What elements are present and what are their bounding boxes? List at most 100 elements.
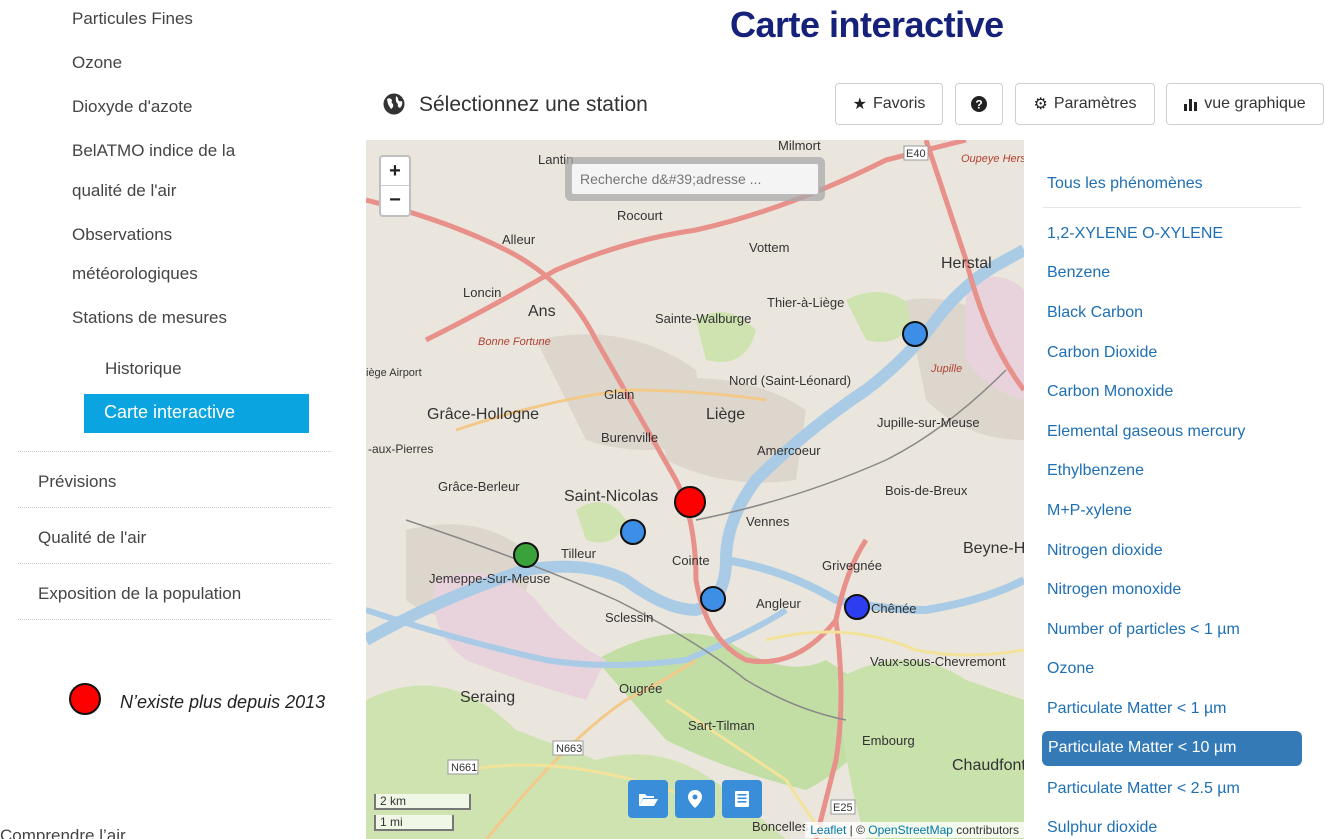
- sidebar-item-particules-fines[interactable]: Particules Fines: [72, 9, 193, 29]
- help-button[interactable]: ?: [955, 83, 1003, 125]
- scale-km: 2 km: [374, 794, 471, 810]
- select-station-label: Sélectionnez une station: [419, 93, 648, 116]
- osm-link[interactable]: OpenStreetMap: [868, 823, 953, 837]
- phenomenon-item-active[interactable]: Particulate Matter < 10 µm: [1042, 731, 1302, 766]
- svg-text:N661: N661: [451, 762, 477, 774]
- zoom-out-button[interactable]: −: [381, 186, 409, 215]
- sidebar-item-dioxyde-azote[interactable]: Dioxyde d'azote: [72, 97, 192, 117]
- svg-text:Alleur: Alleur: [502, 232, 536, 247]
- svg-text:N663: N663: [556, 743, 582, 755]
- address-search-input[interactable]: [571, 163, 819, 195]
- phenomenon-item[interactable]: Particulate Matter < 2.5 µm: [1047, 780, 1240, 798]
- svg-text:Loncin: Loncin: [463, 285, 501, 300]
- favorites-label: Favoris: [872, 95, 926, 112]
- svg-text:Milmort: Milmort: [778, 140, 821, 153]
- svg-text:Sclessin: Sclessin: [605, 610, 653, 625]
- svg-text:Herstal: Herstal: [941, 255, 992, 272]
- zoom-in-button[interactable]: +: [381, 157, 409, 186]
- svg-text:Chaudfontai: Chaudfontai: [952, 757, 1024, 774]
- phenomenon-item[interactable]: Nitrogen dioxide: [1047, 542, 1163, 560]
- map-canvas[interactable]: Lantin Milmort Vottem Herstal Alleur Roc…: [366, 140, 1024, 839]
- sidebar-item-observations[interactable]: Observations: [72, 225, 172, 245]
- settings-label: Paramètres: [1053, 95, 1137, 112]
- list-icon: [735, 791, 749, 807]
- svg-text:Boncelles: Boncelles: [752, 819, 809, 834]
- address-search-box: [565, 157, 825, 201]
- svg-text:E25: E25: [833, 802, 853, 814]
- sidebar-item-belatmo-cont[interactable]: qualité de l'air: [72, 181, 176, 201]
- svg-text:iège Airport: iège Airport: [366, 367, 422, 379]
- phenomenon-item[interactable]: Ozone: [1047, 660, 1094, 678]
- svg-text:Vennes: Vennes: [746, 514, 790, 529]
- star-icon: ★: [852, 96, 867, 113]
- station-marker[interactable]: [700, 586, 726, 612]
- sidebar-item-stations[interactable]: Stations de mesures: [72, 308, 227, 328]
- station-marker-discontinued[interactable]: [674, 486, 706, 518]
- svg-text:?: ?: [975, 98, 982, 112]
- phenomenon-item[interactable]: Particulate Matter < 1 µm: [1047, 700, 1227, 718]
- phenomenon-item[interactable]: Black Carbon: [1047, 304, 1143, 322]
- phenomenon-item[interactable]: Ethylbenzene: [1047, 462, 1144, 480]
- map-marker-icon: [688, 790, 702, 808]
- phenomenon-item[interactable]: Nitrogen monoxide: [1047, 581, 1181, 599]
- svg-text:Burenville: Burenville: [601, 430, 658, 445]
- station-marker[interactable]: [513, 542, 539, 568]
- phenomenon-item[interactable]: 1,2-XYLENE O-XYLENE: [1047, 225, 1223, 243]
- sidebar-item-observations-cont[interactable]: météorologiques: [72, 264, 198, 284]
- svg-text:Oupeye Herstal: Oupeye Herstal: [961, 153, 1024, 165]
- page-title: Carte interactive: [730, 4, 1004, 45]
- bar-chart-icon: [1184, 99, 1198, 111]
- svg-text:Jupille: Jupille: [930, 363, 962, 375]
- map-tiles[interactable]: Lantin Milmort Vottem Herstal Alleur Roc…: [366, 140, 1024, 839]
- footer-partial-text: Comprendre l’air: [0, 826, 126, 839]
- svg-text:E40: E40: [906, 148, 926, 160]
- phenomenon-item[interactable]: Elemental gaseous mercury: [1047, 423, 1245, 441]
- phenomenon-all[interactable]: Tous les phénomènes: [1047, 175, 1203, 193]
- map-marker-button[interactable]: [675, 780, 715, 818]
- sidebar-item-previsions[interactable]: Prévisions: [38, 472, 330, 492]
- phenomenon-item[interactable]: Carbon Monoxide: [1047, 383, 1173, 401]
- svg-text:Chênée: Chênée: [871, 601, 917, 616]
- sidebar-item-ozone[interactable]: Ozone: [72, 53, 122, 73]
- map-attribution: Leaflet | © OpenStreetMap contributors: [805, 822, 1024, 838]
- phenomenon-item[interactable]: Number of particles < 1 µm: [1047, 621, 1240, 639]
- phenomenon-item[interactable]: Carbon Dioxide: [1047, 344, 1157, 362]
- station-marker[interactable]: [902, 321, 928, 347]
- sidebar-item-belatmo[interactable]: BelATMO indice de la: [72, 141, 235, 161]
- sidebar-item-historique[interactable]: Historique: [105, 359, 182, 379]
- svg-text:-aux-Pierres: -aux-Pierres: [368, 442, 433, 456]
- globe-icon: [383, 93, 405, 115]
- sidebar-item-carte-interactive[interactable]: Carte interactive: [84, 394, 309, 433]
- svg-text:Amercoeur: Amercoeur: [757, 443, 821, 458]
- settings-button[interactable]: ⚙ Paramètres: [1015, 83, 1155, 125]
- svg-text:Seraing: Seraing: [460, 689, 515, 706]
- phenomenon-item[interactable]: Sulphur dioxide: [1047, 819, 1157, 837]
- sidebar-divider: [18, 619, 331, 620]
- sidebar-divider: [18, 563, 331, 564]
- svg-text:Jupille-sur-Meuse: Jupille-sur-Meuse: [877, 415, 980, 430]
- svg-text:Grivegnée: Grivegnée: [822, 558, 882, 573]
- svg-text:Rocourt: Rocourt: [617, 208, 663, 223]
- svg-text:Nord (Saint-Léonard): Nord (Saint-Léonard): [729, 373, 851, 388]
- graph-view-button[interactable]: vue graphique: [1166, 83, 1324, 125]
- svg-text:Vaux-sous-Chevremont: Vaux-sous-Chevremont: [870, 654, 1006, 669]
- question-circle-icon: ?: [971, 96, 987, 112]
- svg-text:Bonne Fortune: Bonne Fortune: [478, 336, 551, 348]
- scale-mi: 1 mi: [374, 815, 454, 831]
- station-marker[interactable]: [844, 594, 870, 620]
- sidebar-item-qualite-air[interactable]: Qualité de l'air: [38, 528, 330, 548]
- station-marker[interactable]: [620, 519, 646, 545]
- folder-open-button[interactable]: [628, 780, 668, 818]
- svg-text:Ans: Ans: [528, 303, 556, 320]
- svg-text:Saint-Nicolas: Saint-Nicolas: [564, 488, 658, 505]
- favorites-button[interactable]: ★ Favoris: [835, 83, 943, 125]
- svg-text:Grâce-Berleur: Grâce-Berleur: [438, 479, 520, 494]
- list-button[interactable]: [722, 780, 762, 818]
- phenomenon-item[interactable]: Benzene: [1047, 264, 1110, 282]
- svg-text:Embourg: Embourg: [862, 733, 915, 748]
- sidebar-item-exposition[interactable]: Exposition de la population: [38, 584, 330, 604]
- leaflet-link[interactable]: Leaflet: [810, 823, 846, 837]
- gear-icon: ⚙: [1033, 96, 1048, 113]
- attribution-suffix: contributors: [952, 823, 1019, 837]
- phenomenon-item[interactable]: M+P-xylene: [1047, 502, 1132, 520]
